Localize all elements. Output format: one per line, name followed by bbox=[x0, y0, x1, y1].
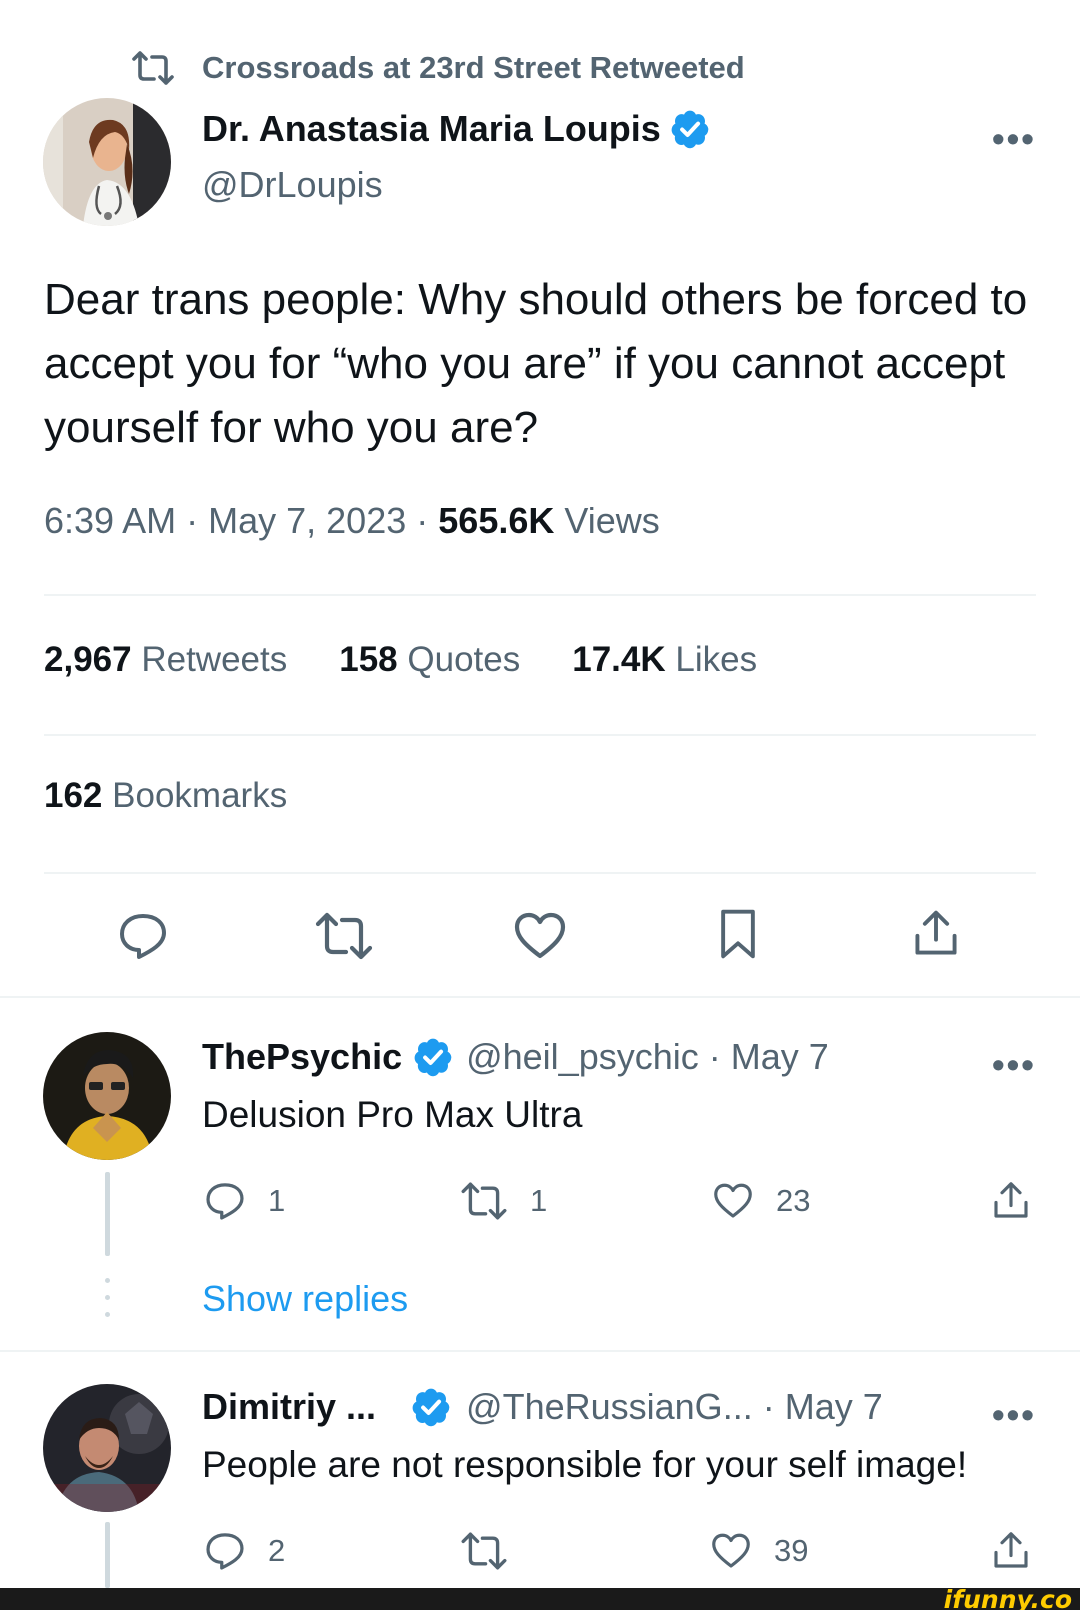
reply-avatar[interactable] bbox=[43, 1384, 171, 1512]
retweets-stat[interactable]: 2,967 Retweets bbox=[44, 640, 287, 680]
retweet-icon[interactable] bbox=[314, 910, 374, 962]
quotes-label: Quotes bbox=[407, 640, 521, 679]
like-button[interactable]: 39 bbox=[710, 1530, 808, 1572]
reply-count: 2 bbox=[268, 1533, 286, 1568]
thread-line bbox=[105, 1172, 110, 1256]
like-count: 39 bbox=[774, 1533, 809, 1568]
tweet-meta: 6:39 AM · May 7, 2023 · 565.6K Views bbox=[44, 500, 660, 542]
bookmarks-count: 162 bbox=[44, 776, 103, 815]
quotes-stat[interactable]: 158 Quotes bbox=[339, 640, 520, 680]
reply-icon bbox=[206, 1533, 244, 1570]
verified-badge-icon bbox=[414, 1038, 452, 1077]
more-options-icon[interactable]: ••• bbox=[992, 118, 1036, 160]
reply-date[interactable]: May 7 bbox=[785, 1386, 883, 1428]
retweet-icon bbox=[461, 1532, 507, 1570]
verified-badge-icon bbox=[671, 110, 709, 149]
divider bbox=[0, 996, 1080, 998]
divider bbox=[0, 1350, 1080, 1352]
bookmarks-label: Bookmarks bbox=[112, 776, 288, 815]
retweet-button[interactable]: 1 bbox=[460, 1180, 547, 1222]
retweet-icon bbox=[461, 1182, 507, 1220]
tweet-time[interactable]: 6:39 AM bbox=[44, 500, 176, 541]
bookmark-icon[interactable] bbox=[712, 908, 764, 960]
views-label: Views bbox=[564, 500, 660, 541]
reply-avatar[interactable] bbox=[43, 1032, 171, 1160]
reply-count: 1 bbox=[268, 1183, 286, 1218]
reply-author-name[interactable]: Dimitriy ... bbox=[202, 1386, 376, 1428]
verified-badge-icon bbox=[412, 1388, 450, 1427]
share-icon bbox=[994, 1182, 1028, 1218]
like-heart-icon bbox=[714, 1183, 752, 1218]
ifunny-watermark: ifunny.co bbox=[943, 1585, 1072, 1610]
share-icon bbox=[994, 1532, 1028, 1568]
divider bbox=[44, 734, 1036, 736]
author-name-row[interactable]: Dr. Anastasia Maria Loupis bbox=[202, 108, 711, 150]
like-heart-icon bbox=[712, 1533, 750, 1568]
separator: · bbox=[708, 1036, 721, 1077]
reply-text: People are not responsible for your self… bbox=[202, 1444, 968, 1485]
retweet-count: 1 bbox=[530, 1183, 548, 1218]
reply-author-name[interactable]: ThePsychic bbox=[202, 1036, 402, 1078]
separator: · bbox=[762, 1386, 775, 1427]
separator: · bbox=[416, 500, 429, 541]
likes-label: Likes bbox=[675, 640, 758, 679]
divider bbox=[44, 594, 1036, 596]
like-count: 23 bbox=[776, 1183, 811, 1218]
retweet-button[interactable] bbox=[460, 1530, 530, 1572]
thread-dots bbox=[105, 1278, 110, 1329]
more-options-icon[interactable]: ••• bbox=[992, 1394, 1036, 1436]
reply-author-handle[interactable]: @heil_psychic bbox=[466, 1036, 699, 1078]
tweet-date[interactable]: May 7, 2023 bbox=[208, 500, 406, 541]
show-replies-link[interactable]: Show replies bbox=[202, 1278, 408, 1320]
author-handle[interactable]: @DrLoupis bbox=[202, 164, 383, 206]
likes-stat[interactable]: 17.4K Likes bbox=[572, 640, 757, 680]
reply-text: Delusion Pro Max Ultra bbox=[202, 1094, 583, 1135]
watermark-bar bbox=[0, 1588, 1080, 1610]
share-button[interactable] bbox=[990, 1180, 1032, 1222]
like-button[interactable]: 23 bbox=[712, 1180, 810, 1222]
separator: · bbox=[186, 500, 199, 541]
thread-line bbox=[105, 1522, 110, 1588]
views-count: 565.6K bbox=[438, 500, 555, 541]
reply-header: ThePsychic @heil_psychic · May 7 bbox=[202, 1036, 829, 1078]
reply-icon bbox=[206, 1183, 244, 1220]
bookmarks-stat[interactable]: 162 Bookmarks bbox=[44, 776, 287, 816]
retweet-icon bbox=[132, 51, 174, 85]
retweet-context-text: Crossroads at 23rd Street Retweeted bbox=[202, 50, 745, 85]
tweet-text: Dear trans people: Why should others be … bbox=[44, 275, 1028, 452]
retweet-context[interactable]: Crossroads at 23rd Street Retweeted bbox=[130, 46, 745, 90]
reply-author-handle[interactable]: @TheRussianG... bbox=[466, 1386, 753, 1428]
engagement-stats: 2,967 Retweets 158 Quotes 17.4K Likes bbox=[44, 640, 757, 680]
share-icon[interactable] bbox=[910, 908, 962, 960]
retweets-count: 2,967 bbox=[44, 640, 132, 679]
reply-header: Dimitriy ... @TheRussianG... · May 7 bbox=[202, 1386, 883, 1428]
share-button[interactable] bbox=[990, 1530, 1032, 1572]
author-avatar[interactable] bbox=[43, 98, 171, 226]
retweets-label: Retweets bbox=[141, 640, 288, 679]
reply-icon[interactable] bbox=[117, 910, 169, 962]
like-heart-icon[interactable] bbox=[512, 910, 568, 962]
author-name: Dr. Anastasia Maria Loupis bbox=[202, 108, 661, 149]
divider bbox=[44, 872, 1036, 874]
quotes-count: 158 bbox=[339, 640, 398, 679]
reply-date[interactable]: May 7 bbox=[731, 1036, 829, 1078]
likes-count: 17.4K bbox=[572, 640, 666, 679]
more-options-icon[interactable]: ••• bbox=[992, 1044, 1036, 1086]
reply-button[interactable]: 2 bbox=[204, 1530, 285, 1572]
reply-button[interactable]: 1 bbox=[204, 1180, 285, 1222]
